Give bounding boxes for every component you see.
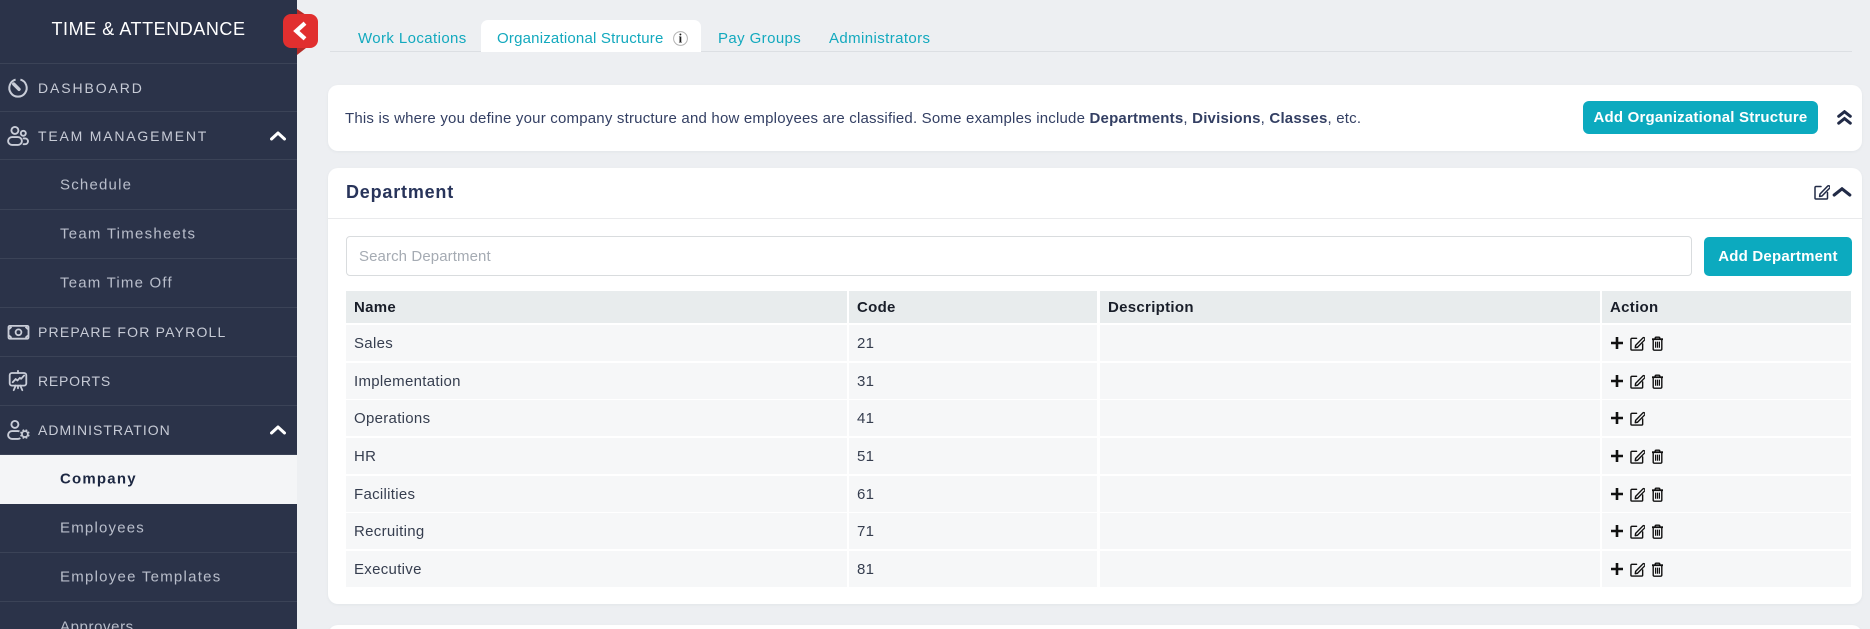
- svg-text:i: i: [679, 32, 683, 46]
